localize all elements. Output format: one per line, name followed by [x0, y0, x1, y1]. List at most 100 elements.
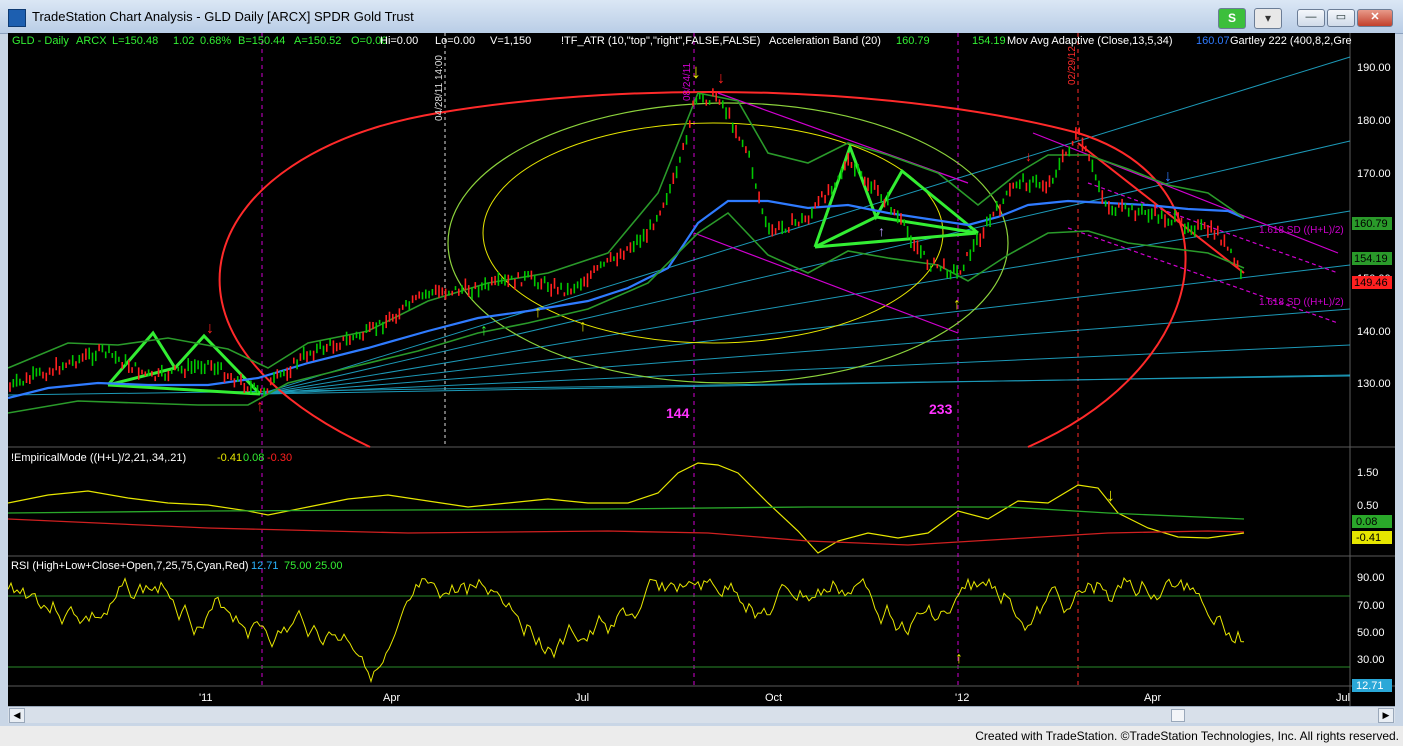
strategy-button[interactable]: S	[1218, 8, 1246, 29]
price-tag-upper: 160.79	[1354, 218, 1388, 230]
empirical-mode-green-line	[7, 506, 1245, 520]
scroll-thumb[interactable]	[1171, 709, 1185, 722]
price-tick: 190.00	[1357, 62, 1391, 74]
rsi-tick: 30.00	[1357, 654, 1385, 666]
date-annotation-feb: 02/29/12	[1067, 46, 1078, 85]
low-price: Lo=0.00	[435, 35, 475, 47]
red-ellipse	[218, 90, 1187, 448]
emd-tag-yellow: -0.41	[1356, 532, 1381, 544]
mov-avg-label: Mov Avg Adaptive (Close,13,5,34)	[1007, 35, 1173, 47]
price-bars	[9, 88, 1242, 397]
net-change: 1.02	[173, 35, 194, 47]
price-tag-last: 149.46	[1354, 277, 1388, 289]
maximize-button[interactable]: ▭	[1327, 9, 1355, 27]
fib-count-233: 233	[929, 401, 953, 417]
svg-text:↑: ↑	[579, 318, 587, 335]
time-axis: '11 Apr Jul Oct '12 Apr Jul	[199, 692, 1350, 704]
tradestation-app-icon	[8, 9, 26, 27]
minimize-button[interactable]: —	[1297, 9, 1325, 27]
svg-text:↓: ↓	[1025, 148, 1032, 164]
time-tick: Oct	[765, 692, 782, 704]
gartley-label: Gartley 222 (400,8,2,Gre	[1230, 35, 1352, 47]
svg-text:↑: ↑	[955, 650, 963, 667]
empirical-mode-red-line	[7, 518, 1245, 546]
emd-label: !EmpiricalMode ((H+L)/2,21,.34,.21)	[11, 452, 186, 464]
rsi-line	[7, 577, 1245, 684]
price-tick: 140.00	[1357, 326, 1391, 338]
svg-text:↓: ↓	[717, 70, 725, 87]
rsi-label: RSI (High+Low+Close+Open,7,25,75,Cyan,Re…	[11, 560, 249, 572]
tf-atr-label: !TF_ATR (10,"top","right",FALSE,FALSE)	[561, 35, 760, 47]
time-tick: Jul	[575, 692, 589, 704]
svg-text:↓: ↓	[1164, 168, 1172, 185]
emd-tick: 1.50	[1357, 467, 1378, 479]
symbol-label: GLD - Daily	[12, 35, 69, 47]
date-annotation-aug: 08/24/11	[682, 62, 693, 101]
emd-tick: 0.50	[1357, 500, 1378, 512]
svg-text:↓: ↓	[1106, 485, 1115, 505]
acceleration-band-upper	[7, 92, 1245, 369]
price-tick: 130.00	[1357, 378, 1391, 390]
rsi-tick: 70.00	[1357, 600, 1385, 612]
rsi-value-1: 12.71	[251, 560, 279, 572]
emd-header: !EmpiricalMode ((H+L)/2,21,.34,.21) -0.4…	[11, 452, 292, 464]
high-price: Hi=0.00	[380, 35, 418, 47]
time-tick: Jul	[1336, 692, 1350, 704]
horizontal-scrollbar[interactable]: ◀ ▶	[8, 706, 1395, 723]
fib-count-144: 144	[666, 405, 690, 421]
acc-band-value-1: 160.79	[896, 35, 930, 47]
title-bar: TradeStation Chart Analysis - GLD Daily …	[0, 0, 1403, 34]
exchange-label: ARCX	[76, 35, 107, 47]
red-trendline	[1077, 142, 1245, 274]
signal-arrows: ↓ ↓ ↓ ↓ ↓ ↑ ↑ ↑ ↑ ↑ ↓ ↑ ↑	[206, 61, 1172, 667]
price-tags: 160.79 154.19 149.46	[1352, 217, 1392, 289]
emd-value-1: -0.41	[217, 452, 242, 464]
time-tick: Apr	[1144, 692, 1161, 704]
sd-upper-label: 1.618 SD ((H+L)/2)	[1259, 225, 1344, 236]
rsi-tick: 50.00	[1357, 627, 1385, 639]
acc-band-label: Acceleration Band (20)	[769, 35, 881, 47]
bid-price: B=150.44	[238, 35, 285, 47]
scroll-right-arrow-icon[interactable]: ▶	[1378, 708, 1394, 723]
close-button[interactable]: ✕	[1357, 9, 1393, 27]
svg-text:↓: ↓	[206, 320, 214, 337]
time-tick: '12	[955, 692, 969, 704]
rsi-tag: 12.71	[1356, 680, 1384, 692]
price-tick: 180.00	[1357, 115, 1391, 127]
status-bar: Created with TradeStation. ©TradeStation…	[0, 726, 1403, 746]
svg-text:↑: ↑	[953, 296, 961, 313]
last-price: L=150.48	[112, 35, 158, 47]
copyright-footer: Created with TradeStation. ©TradeStation…	[975, 729, 1399, 743]
price-tag-mid: 154.19	[1354, 253, 1388, 265]
rsi-tick: 90.00	[1357, 572, 1385, 584]
rsi-value-2: 75.00	[284, 560, 312, 572]
time-tick: Apr	[383, 692, 400, 704]
window-title: TradeStation Chart Analysis - GLD Daily …	[32, 9, 414, 24]
chart-area[interactable]: ↓ ↓ ↓ ↓ ↓ ↑ ↑ ↑ ↑ ↑ ↓ ↑ ↑ 190.00 180.00 …	[7, 33, 1395, 706]
mov-avg-value: 160.07	[1196, 35, 1230, 47]
acceleration-band-lower	[7, 211, 1245, 414]
scroll-left-arrow-icon[interactable]: ◀	[9, 708, 25, 723]
svg-text:↑: ↑	[878, 223, 885, 239]
empirical-mode-yellow-line	[7, 462, 1245, 554]
price-tick: 170.00	[1357, 168, 1391, 180]
fan-lines	[7, 56, 1351, 396]
svg-text:↑: ↑	[480, 322, 488, 339]
emd-value-2: 0.08	[243, 452, 264, 464]
menu-dropdown-icon[interactable]: ▾	[1254, 8, 1282, 29]
time-tick: '11	[199, 692, 213, 704]
ask-price: A=150.52	[294, 35, 341, 47]
volume: V=1,150	[490, 35, 531, 47]
emd-value-3: -0.30	[267, 452, 292, 464]
svg-text:↑: ↑	[534, 304, 542, 321]
svg-text:↑: ↑	[256, 398, 264, 415]
sd-lower-label: 1.618 SD ((H+L)/2)	[1259, 297, 1344, 308]
yellow-ellipse	[482, 122, 944, 344]
emd-tag-green: 0.08	[1356, 516, 1377, 528]
acc-band-value-2: 154.19	[972, 35, 1006, 47]
chart-svg[interactable]: ↓ ↓ ↓ ↓ ↓ ↑ ↑ ↑ ↑ ↑ ↓ ↑ ↑ 190.00 180.00 …	[7, 33, 1395, 706]
rsi-header: RSI (High+Low+Close+Open,7,25,75,Cyan,Re…	[11, 560, 343, 572]
rsi-value-3: 25.00	[315, 560, 343, 572]
pct-change: 0.68%	[200, 35, 231, 47]
chart-header: GLD - Daily ARCX L=150.48 1.02 0.68% B=1…	[12, 35, 1352, 47]
